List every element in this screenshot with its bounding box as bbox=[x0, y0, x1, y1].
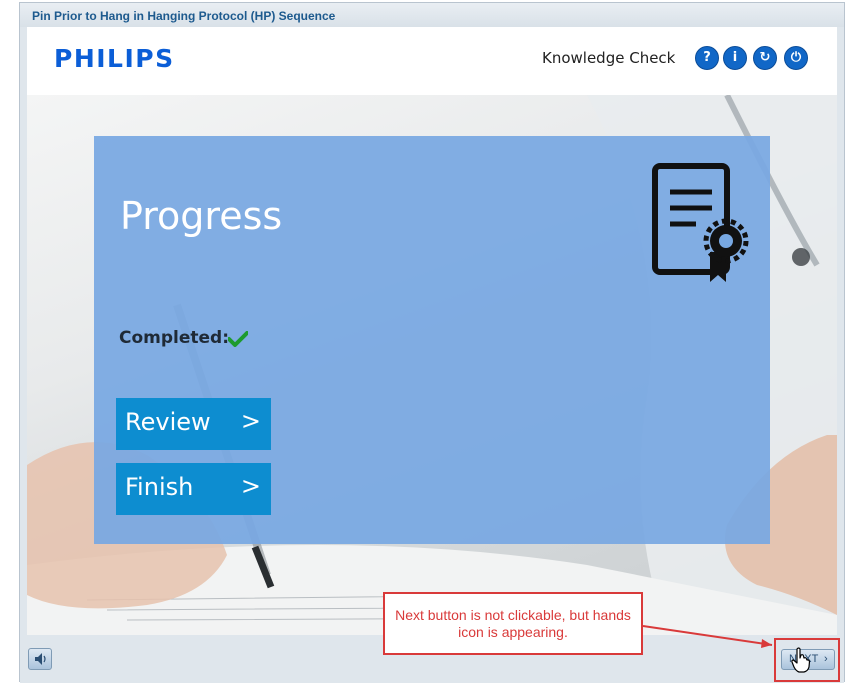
annotation-arrow bbox=[642, 625, 773, 648]
annotation-text: Next button is not clickable, but hands … bbox=[395, 607, 631, 640]
hand-pointer-icon bbox=[791, 647, 811, 673]
annotation-box: Next button is not clickable, but hands … bbox=[383, 592, 643, 655]
